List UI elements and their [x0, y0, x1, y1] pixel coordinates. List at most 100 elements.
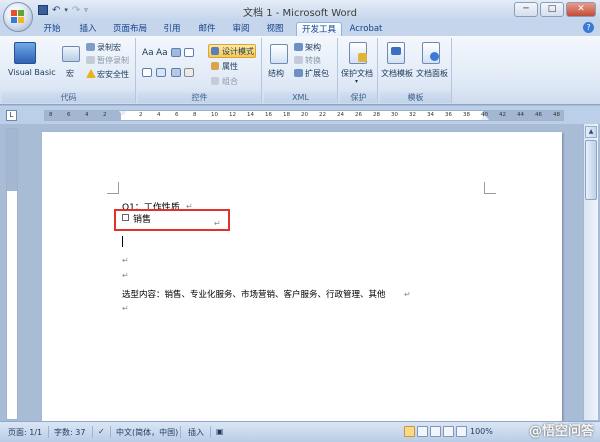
close-button[interactable]: ✕	[566, 2, 596, 17]
outline-view-button[interactable]	[443, 426, 454, 437]
pause-recording-icon	[86, 56, 95, 64]
design-mode-button[interactable]: 设计模式	[222, 46, 254, 57]
page-indicator[interactable]: 页面: 1/1	[8, 427, 42, 438]
templates-group-label: 模板	[380, 92, 451, 103]
document-template-button[interactable]: 文档模板	[381, 68, 413, 79]
tab-acrobat[interactable]: Acrobat	[346, 22, 386, 36]
status-separator	[180, 426, 181, 438]
ruler-left-margin	[45, 111, 121, 120]
paragraph-mark: ↵	[214, 219, 221, 228]
transform-button[interactable]: 转换	[305, 55, 321, 66]
combo-box-icon[interactable]	[184, 48, 194, 57]
text-control-icon[interactable]: Aa	[156, 48, 168, 58]
full-screen-view-button[interactable]	[417, 426, 428, 437]
tab-developer[interactable]: 开发工具	[296, 22, 342, 36]
status-separator	[92, 426, 93, 438]
paragraph-mark: ↵	[122, 256, 129, 265]
legacy-tools-icon[interactable]	[184, 68, 194, 77]
ruler-row: L 8 6 4 2 2 4 6 8 10 12 14 16 18 20 22 24 26 28 30 32 34 36 38…	[0, 106, 600, 124]
protect-group-label: 保护	[340, 92, 377, 103]
ruler-tick-label: 48	[553, 112, 560, 118]
macro-record-icon[interactable]: ▣	[216, 427, 224, 436]
tab-home[interactable]: 开始	[36, 22, 68, 36]
structure-button[interactable]: 结构	[268, 68, 284, 79]
ribbon: Visual Basic 宏 录制宏 暂停录制 宏安全性 代码 Aa Aa 设计…	[0, 36, 600, 105]
picture-control-icon[interactable]	[171, 48, 181, 57]
tab-page-layout[interactable]: 页面布局	[108, 22, 152, 36]
controls-group: Aa Aa 设计模式 属性 组合 控件	[138, 38, 262, 103]
info-icon	[430, 52, 439, 61]
margin-corner-tl	[107, 182, 119, 194]
controls-group-label: 控件	[138, 92, 261, 103]
vertical-scrollbar[interactable]: ▲	[583, 124, 598, 420]
ruler-tick-label: 26	[355, 112, 362, 118]
maximize-button[interactable]: □	[540, 2, 564, 17]
ruler-tick-label: 22	[319, 112, 326, 118]
visual-basic-icon	[14, 42, 36, 64]
ruler-tick-label: 34	[427, 112, 434, 118]
proofing-icon[interactable]: ✓	[98, 427, 105, 436]
paragraph-mark: ↵	[404, 290, 411, 299]
group-icon	[211, 77, 219, 85]
tab-insert[interactable]: 插入	[72, 22, 104, 36]
ruler-tick-label: 46	[535, 112, 542, 118]
properties-button[interactable]: 属性	[222, 61, 238, 72]
expansion-pack-icon	[294, 69, 303, 77]
ribbon-tabs: 开始 插入 页面布局 引用 邮件 审阅 视图 开发工具 Acrobat	[0, 20, 600, 36]
ruler-tick-label: 44	[517, 112, 524, 118]
vertical-ruler[interactable]	[6, 128, 18, 420]
ruler-tick-label: 18	[283, 112, 290, 118]
right-indent-marker[interactable]	[481, 115, 489, 120]
tab-mailings[interactable]: 邮件	[192, 22, 222, 36]
insert-mode-indicator[interactable]: 插入	[188, 427, 204, 438]
print-layout-view-button[interactable]	[404, 426, 415, 437]
first-line-indent-marker[interactable]	[119, 111, 127, 116]
zoom-level[interactable]: 100%	[470, 427, 493, 436]
ruler-tick-label: 24	[337, 112, 344, 118]
help-icon[interactable]: ?	[583, 22, 594, 33]
macro-security-button[interactable]: 宏安全性	[97, 69, 129, 80]
word-count[interactable]: 字数: 37	[54, 427, 85, 438]
ruler-tick-label: 16	[265, 112, 272, 118]
checkbox-control[interactable]	[122, 214, 129, 221]
protect-dropdown-icon[interactable]: ▾	[355, 78, 358, 85]
rich-text-control-icon[interactable]: Aa	[142, 48, 154, 58]
tab-view[interactable]: 视图	[260, 22, 290, 36]
checkbox-label: 销售	[133, 215, 152, 225]
ruler-tick-label: 36	[445, 112, 452, 118]
date-picker-icon[interactable]	[156, 68, 166, 77]
scroll-thumb[interactable]	[585, 140, 597, 200]
document-page[interactable]	[42, 132, 562, 422]
scroll-up-arrow[interactable]: ▲	[585, 126, 597, 138]
xml-group: 结构 架构 转换 扩展包 XML	[264, 38, 338, 103]
pause-recording-button[interactable]: 暂停录制	[97, 55, 129, 66]
ruler-tick-label: 6	[175, 112, 179, 118]
web-layout-view-button[interactable]	[430, 426, 441, 437]
draft-view-button[interactable]	[456, 426, 467, 437]
ruler-tick-label: 4	[157, 112, 161, 118]
tab-references[interactable]: 引用	[156, 22, 188, 36]
schema-icon	[294, 43, 303, 51]
document-panel-button[interactable]: 文档面板	[416, 68, 448, 79]
office-button[interactable]	[3, 2, 33, 32]
window-controls: ─ □ ✕	[514, 2, 596, 17]
minimize-button[interactable]: ─	[514, 2, 538, 17]
group-button[interactable]: 组合	[222, 76, 238, 87]
visual-basic-button[interactable]: Visual Basic	[8, 68, 56, 77]
building-block-icon[interactable]	[171, 68, 181, 77]
tab-review[interactable]: 审阅	[226, 22, 256, 36]
status-bar: 页面: 1/1 字数: 37 ✓ 中文(简体，中国) 插入 ▣ 100%	[0, 421, 600, 442]
dropdown-list-icon[interactable]	[142, 68, 152, 77]
expansion-pack-button[interactable]: 扩展包	[305, 68, 329, 79]
ruler-tick-label: 10	[211, 112, 218, 118]
templates-group: 文档模板 文档面板 模板	[380, 38, 452, 103]
horizontal-ruler[interactable]: 8 6 4 2 2 4 6 8 10 12 14 16 18 20 22 24 26 28 30 32 34 36 38 40…	[44, 110, 564, 121]
code-group-label: 代码	[2, 92, 135, 103]
macros-button[interactable]: 宏	[66, 68, 74, 79]
schema-button[interactable]: 架构	[305, 42, 321, 53]
tab-stop-selector[interactable]: L	[6, 110, 17, 121]
vruler-top-margin	[7, 129, 17, 191]
language-indicator[interactable]: 中文(简体，中国)	[116, 427, 178, 438]
ruler-tick-label: 14	[247, 112, 254, 118]
record-macro-button[interactable]: 录制宏	[97, 42, 121, 53]
